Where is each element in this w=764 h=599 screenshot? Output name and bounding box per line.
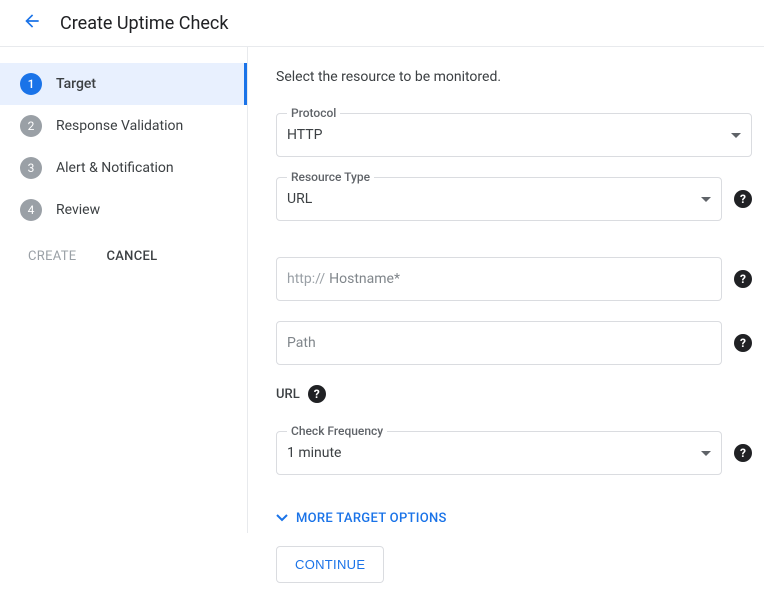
more-options-label: MORE TARGET OPTIONS bbox=[296, 511, 447, 526]
field-value: URL bbox=[287, 191, 701, 207]
chevron-down-icon bbox=[701, 191, 711, 207]
field-label: Check Frequency bbox=[287, 424, 387, 438]
input-placeholder: Hostname* bbox=[329, 271, 711, 287]
wizard-sidebar: 1 Target 2 Response Validation 3 Alert &… bbox=[0, 47, 248, 533]
step-number: 4 bbox=[20, 199, 42, 221]
help-icon[interactable]: ? bbox=[734, 190, 752, 208]
chevron-down-icon bbox=[731, 127, 741, 143]
resource-type-select[interactable]: Resource Type URL bbox=[276, 177, 722, 221]
step-number: 1 bbox=[20, 73, 42, 95]
step-label: Review bbox=[56, 202, 100, 218]
help-icon[interactable]: ? bbox=[308, 385, 326, 403]
hostname-input[interactable]: http:// Hostname* bbox=[276, 257, 722, 301]
page-title: Create Uptime Check bbox=[60, 13, 228, 34]
main-panel: Select the resource to be monitored. Pro… bbox=[248, 47, 764, 599]
back-arrow-icon[interactable] bbox=[22, 11, 42, 35]
step-label: Target bbox=[56, 76, 96, 92]
help-icon[interactable]: ? bbox=[734, 334, 752, 352]
step-target[interactable]: 1 Target bbox=[0, 63, 247, 105]
panel-description: Select the resource to be monitored. bbox=[276, 69, 752, 85]
field-label: Protocol bbox=[287, 106, 340, 120]
page-header: Create Uptime Check bbox=[0, 0, 764, 47]
chevron-down-icon bbox=[701, 445, 711, 461]
protocol-select[interactable]: Protocol HTTP bbox=[276, 113, 752, 157]
step-label: Response Validation bbox=[56, 118, 183, 134]
check-frequency-select[interactable]: Check Frequency 1 minute bbox=[276, 431, 722, 475]
continue-button[interactable]: CONTINUE bbox=[276, 546, 384, 583]
help-icon[interactable]: ? bbox=[734, 270, 752, 288]
input-placeholder: Path bbox=[287, 335, 711, 351]
step-review[interactable]: 4 Review bbox=[0, 189, 247, 231]
cancel-button[interactable]: CANCEL bbox=[106, 249, 157, 264]
field-value: 1 minute bbox=[287, 445, 701, 461]
step-response-validation[interactable]: 2 Response Validation bbox=[0, 105, 247, 147]
field-label: Resource Type bbox=[287, 170, 374, 184]
field-value: HTTP bbox=[287, 127, 731, 143]
create-button: CREATE bbox=[28, 249, 76, 264]
chevron-down-icon bbox=[276, 511, 288, 526]
step-number: 2 bbox=[20, 115, 42, 137]
path-input[interactable]: Path bbox=[276, 321, 722, 365]
url-label: URL bbox=[276, 387, 300, 402]
step-label: Alert & Notification bbox=[56, 160, 174, 176]
more-target-options-toggle[interactable]: MORE TARGET OPTIONS bbox=[276, 511, 752, 526]
step-alert-notification[interactable]: 3 Alert & Notification bbox=[0, 147, 247, 189]
step-number: 3 bbox=[20, 157, 42, 179]
input-prefix: http:// bbox=[287, 271, 325, 287]
help-icon[interactable]: ? bbox=[734, 444, 752, 462]
